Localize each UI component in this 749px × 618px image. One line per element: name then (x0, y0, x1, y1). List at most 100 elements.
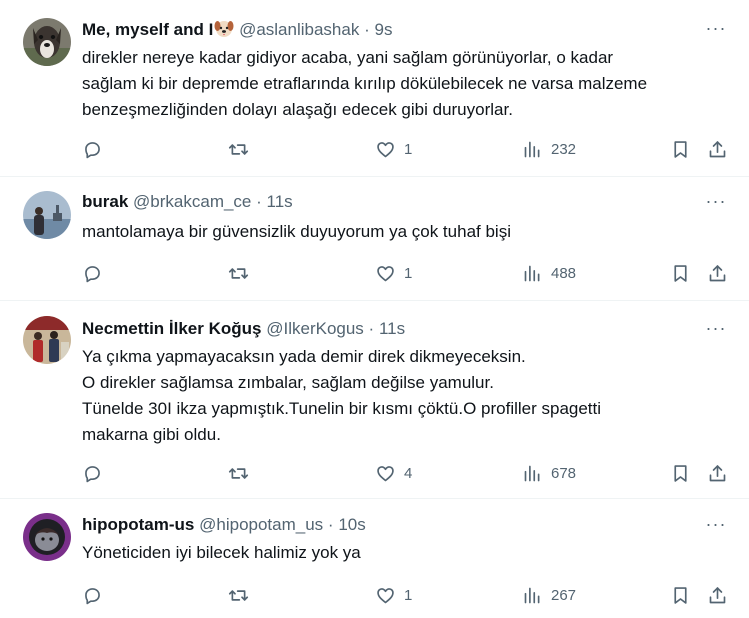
tweet-actions: 1 267 (82, 583, 729, 607)
more-horizontal-icon[interactable]: ··· (705, 19, 727, 42)
view-count: 678 (551, 464, 577, 482)
more-horizontal-icon[interactable]: ··· (705, 515, 727, 538)
heart-icon (377, 587, 394, 603)
like-button[interactable]: 4 (375, 461, 412, 485)
display-name[interactable]: burak (82, 192, 128, 211)
separator-dot: · (364, 20, 370, 39)
views-button[interactable]: 488 (522, 261, 576, 285)
bookmark-button[interactable] (670, 261, 691, 285)
tweet[interactable]: Necmettin İlker Koğuş @IlkerKogus · 11s … (0, 301, 749, 499)
separator-dot: · (327, 515, 334, 534)
reply-button[interactable] (82, 261, 103, 285)
analytics-icon (524, 141, 540, 157)
timestamp[interactable]: 9s (374, 20, 392, 39)
like-count: 1 (404, 140, 413, 158)
reply-icon (85, 141, 100, 158)
user-handle[interactable]: @brkakcam_ce (133, 192, 251, 211)
bookmark-button[interactable] (670, 583, 691, 607)
tweet-text: direkler nereye kadar gidiyor acaba, yan… (82, 45, 729, 123)
like-button[interactable]: 1 (375, 137, 412, 161)
avatar[interactable] (23, 191, 71, 239)
reply-icon (85, 265, 100, 282)
reply-button[interactable] (82, 137, 103, 161)
dog-face-emoji-icon (214, 18, 234, 44)
tweet-text: Yöneticiden iyi bilecek halimiz yok ya (82, 540, 729, 566)
retweet-button[interactable] (228, 461, 249, 485)
timestamp[interactable]: 10s (338, 515, 365, 534)
reply-button[interactable] (82, 461, 103, 485)
like-count: 1 (404, 264, 413, 282)
retweet-icon (228, 267, 249, 279)
retweet-button[interactable] (228, 583, 249, 607)
views-button[interactable]: 678 (522, 461, 576, 485)
tweet-text-line: sağlam ki bir depremde etraflarında kırı… (82, 74, 648, 93)
tweet[interactable]: Me, myself and I @aslanlibashak · 9s ···… (0, 0, 749, 177)
bookmark-icon (674, 464, 687, 482)
separator-dot: · (368, 319, 375, 338)
tweet-text-line: Tünelde 30I ikza yapmıştık.Tunelin bir k… (82, 399, 602, 418)
tweet-text-line: Yöneticiden iyi bilecek halimiz yok ya (82, 543, 361, 562)
share-icon (709, 586, 726, 603)
view-count: 232 (551, 140, 577, 158)
tweet-text-line: direkler nereye kadar gidiyor acaba, yan… (82, 48, 614, 67)
retweet-icon (228, 143, 249, 155)
share-button[interactable] (707, 461, 728, 485)
bookmark-button[interactable] (670, 461, 691, 485)
avatar[interactable] (23, 513, 71, 561)
like-count: 1 (404, 586, 413, 604)
tweet[interactable]: hipopotam-us @hipopotam_us · 10s ··· Yön… (0, 499, 749, 618)
retweet-icon (228, 467, 249, 479)
tweet-text-line: O direkler sağlamsa zımbalar, sağlam değ… (82, 373, 494, 392)
share-button[interactable] (707, 137, 728, 161)
like-button[interactable]: 1 (375, 261, 412, 285)
reply-icon (85, 587, 100, 604)
user-handle[interactable]: @hipopotam_us (199, 515, 323, 534)
tweet-header: burak @brkakcam_ce · 11s (82, 191, 689, 213)
tweet-actions: 4 678 (82, 461, 729, 485)
tweet-header: hipopotam-us @hipopotam_us · 10s (82, 514, 689, 536)
views-button[interactable]: 232 (522, 137, 576, 161)
timestamp[interactable]: 11s (267, 192, 293, 211)
tweet[interactable]: burak @brkakcam_ce · 11s ··· mantolamaya… (0, 177, 749, 301)
like-button[interactable]: 1 (375, 583, 412, 607)
bookmark-button[interactable] (670, 137, 691, 161)
share-button[interactable] (707, 583, 728, 607)
heart-icon (377, 141, 394, 157)
heart-icon (377, 265, 394, 281)
like-count: 4 (404, 464, 413, 482)
views-button[interactable]: 267 (522, 583, 576, 607)
avatar[interactable] (23, 316, 71, 364)
tweet-actions: 1 232 (82, 137, 729, 161)
tweet-text-line: benzeşmezliğinden dolayı alaşağı edecek … (82, 100, 513, 119)
bookmark-icon (674, 140, 687, 158)
tweet-text: mantolamaya bir güvensizlik duyuyorum ya… (82, 219, 729, 245)
display-name[interactable]: Me, myself and I (82, 20, 213, 39)
retweet-icon (228, 589, 249, 601)
tweet-header: Necmettin İlker Koğuş @IlkerKogus · 11s (82, 318, 689, 340)
avatar[interactable] (23, 18, 71, 66)
more-horizontal-icon[interactable]: ··· (705, 192, 727, 215)
tweet-actions: 1 488 (82, 261, 729, 285)
view-count: 267 (551, 586, 577, 604)
timestamp[interactable]: 11s (379, 319, 405, 338)
retweet-button[interactable] (228, 261, 249, 285)
share-icon (709, 264, 726, 281)
display-name[interactable]: hipopotam-us (82, 515, 194, 534)
tweet-feed: Me, myself and I @aslanlibashak · 9s ···… (0, 0, 749, 618)
reply-button[interactable] (82, 583, 103, 607)
tweet-text-line: makarna gibi oldu. (82, 425, 221, 444)
user-handle[interactable]: @IlkerKogus (266, 319, 364, 338)
tweet-text-line: Ya çıkma yapmayacaksın yada demir direk … (82, 347, 526, 366)
reply-icon (85, 465, 100, 482)
share-button[interactable] (707, 261, 728, 285)
heart-icon (377, 465, 394, 481)
view-count: 488 (551, 264, 577, 282)
retweet-button[interactable] (228, 137, 249, 161)
user-handle[interactable]: @aslanlibashak (239, 20, 359, 39)
display-name[interactable]: Necmettin İlker Koğuş (82, 319, 262, 338)
tweet-text: Ya çıkma yapmayacaksın yada demir direk … (82, 344, 729, 448)
more-horizontal-icon[interactable]: ··· (705, 319, 727, 342)
bookmark-icon (674, 264, 687, 282)
separator-dot: · (256, 192, 262, 211)
analytics-icon (524, 465, 540, 481)
